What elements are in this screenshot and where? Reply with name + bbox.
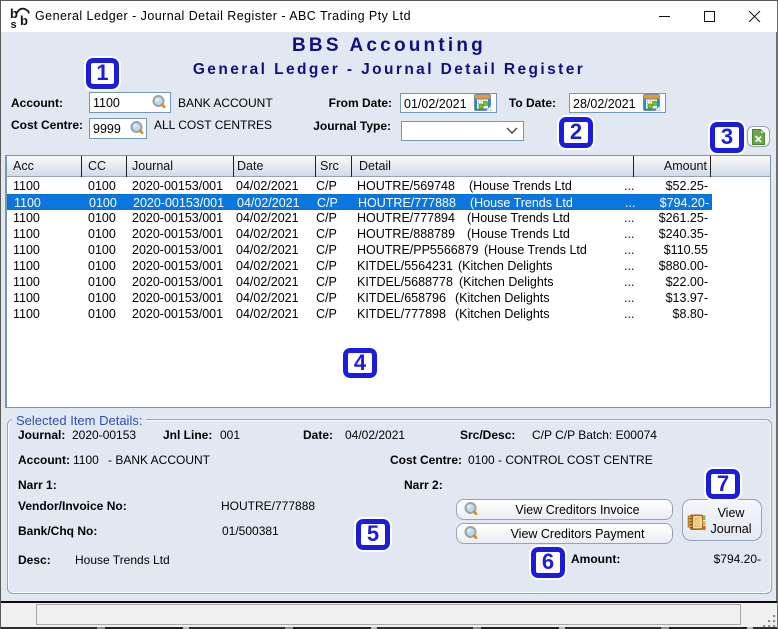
svg-text:b: b xyxy=(20,13,28,28)
svg-text:@: @ xyxy=(695,518,703,527)
svg-text:s: s xyxy=(11,19,17,29)
